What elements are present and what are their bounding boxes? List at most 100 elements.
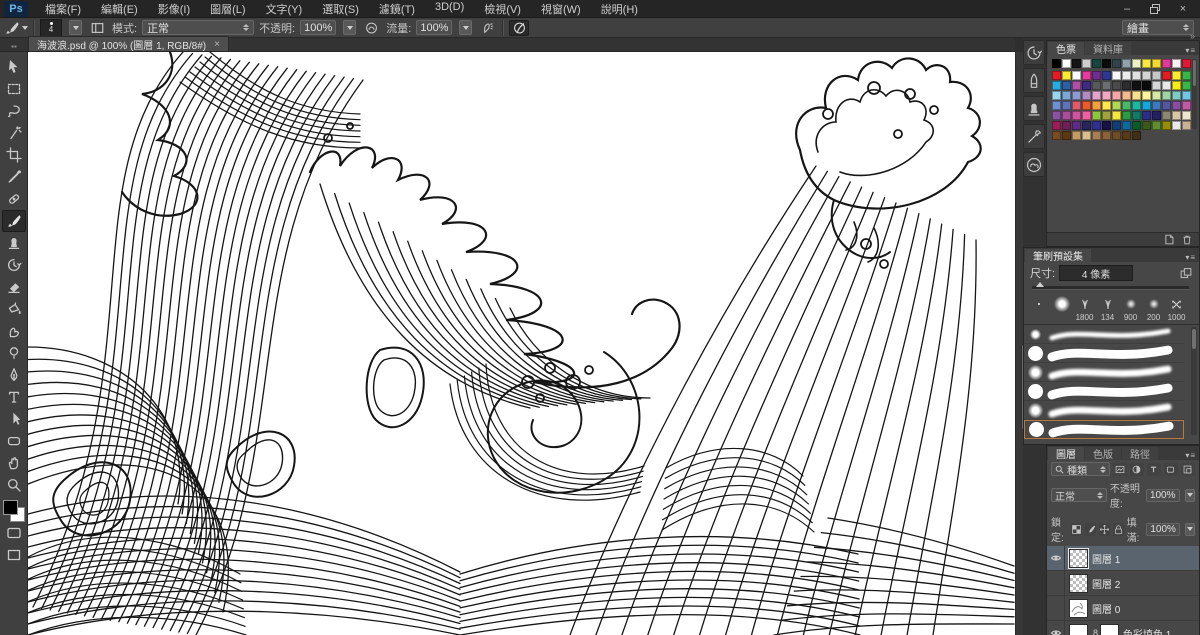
color-swatch[interactable]	[1062, 131, 1071, 140]
menu-item-1[interactable]: 編輯(E)	[92, 0, 147, 18]
color-swatch[interactable]	[1142, 59, 1151, 68]
restore-button[interactable]	[1142, 2, 1168, 16]
menu-item-5[interactable]: 選取(S)	[313, 0, 368, 18]
color-swatch[interactable]	[1152, 101, 1161, 110]
layer-name[interactable]: 圖層 2	[1092, 576, 1120, 591]
color-swatch[interactable]	[1132, 121, 1141, 130]
color-swatch[interactable]	[1072, 59, 1081, 68]
color-swatch[interactable]	[1082, 71, 1091, 80]
color-swatch[interactable]	[1102, 71, 1111, 80]
color-swatch[interactable]	[1062, 101, 1071, 110]
minimize-button[interactable]: –	[1114, 2, 1140, 16]
brush-size-value[interactable]: 4 像素	[1059, 265, 1133, 281]
color-swatch[interactable]	[1122, 111, 1131, 120]
opacity-value[interactable]: 100%	[300, 20, 336, 35]
menu-item-2[interactable]: 影像(I)	[149, 0, 199, 18]
clone-stamp-tool[interactable]	[2, 232, 26, 254]
menu-item-0[interactable]: 檔案(F)	[36, 0, 90, 18]
paint-bucket-tool[interactable]	[2, 298, 26, 320]
airbrush-button[interactable]	[477, 20, 497, 36]
visibility-eye-icon[interactable]	[1047, 546, 1065, 570]
color-swatch[interactable]	[1082, 121, 1091, 130]
color-swatch[interactable]	[1112, 131, 1121, 140]
color-swatch[interactable]	[1052, 101, 1061, 110]
color-swatch[interactable]	[1082, 111, 1091, 120]
restore-sample-size-icon[interactable]	[1179, 267, 1193, 280]
canvas-area[interactable]	[28, 52, 1015, 635]
color-swatch[interactable]	[1162, 71, 1171, 80]
color-swatch[interactable]	[1092, 91, 1101, 100]
color-swatch[interactable]	[1072, 91, 1081, 100]
pen-tool[interactable]	[2, 364, 26, 386]
color-swatch[interactable]	[1062, 59, 1071, 68]
tab-layers[interactable]: 圖層	[1048, 447, 1084, 460]
quick-mask-button[interactable]	[2, 544, 26, 566]
lock-all-icon[interactable]	[1113, 523, 1124, 536]
color-swatch[interactable]	[1172, 121, 1181, 130]
color-swatch[interactable]	[1162, 121, 1171, 130]
color-swatch[interactable]	[1182, 91, 1191, 100]
tablet-size-button[interactable]	[509, 20, 529, 36]
screen-mode-button[interactable]	[2, 522, 26, 544]
lasso-tool[interactable]	[2, 100, 26, 122]
collapse-dock-icon[interactable]: »	[1190, 31, 1195, 41]
color-swatch[interactable]	[1142, 121, 1151, 130]
color-swatch[interactable]	[1112, 111, 1121, 120]
brush-stroke-preset[interactable]	[1024, 401, 1184, 420]
color-swatch[interactable]	[1152, 121, 1161, 130]
color-swatch[interactable]	[1052, 81, 1061, 90]
color-swatch[interactable]	[1052, 91, 1061, 100]
color-swatch[interactable]	[1122, 59, 1131, 68]
brush-stroke-preset[interactable]	[1024, 325, 1184, 344]
blend-mode-select[interactable]: 正常	[142, 20, 254, 35]
foreground-background-swatches[interactable]	[3, 500, 25, 522]
fill-layer-thumbnail[interactable]	[1069, 624, 1088, 635]
color-swatch[interactable]	[1112, 101, 1121, 110]
color-swatch[interactable]	[1132, 91, 1141, 100]
tab-paths[interactable]: 路徑	[1122, 447, 1158, 460]
layer-mask-link-icon[interactable]: 8	[1093, 628, 1098, 635]
color-swatch[interactable]	[1132, 131, 1141, 140]
move-tool[interactable]	[2, 56, 26, 78]
magic-wand-tool[interactable]	[2, 122, 26, 144]
delete-swatch-icon[interactable]	[1181, 234, 1193, 245]
brush-preset-item[interactable]: 1800	[1074, 295, 1095, 322]
color-swatch[interactable]	[1182, 59, 1191, 68]
workspace-switcher[interactable]: 繪畫	[1122, 20, 1194, 35]
color-swatch[interactable]	[1122, 121, 1131, 130]
dodge-tool[interactable]	[2, 342, 26, 364]
color-swatch[interactable]	[1102, 121, 1111, 130]
toggle-brush-panel-button[interactable]	[87, 20, 107, 36]
color-swatch[interactable]	[1052, 131, 1061, 140]
color-swatch[interactable]	[1102, 111, 1111, 120]
panel-menu-icon[interactable]: ▾≡	[1185, 46, 1196, 55]
history-brush-tool[interactable]	[2, 254, 26, 276]
visibility-toggle-empty[interactable]	[1047, 596, 1065, 620]
color-swatch[interactable]	[1152, 81, 1161, 90]
brush-preset-item[interactable]	[1051, 295, 1072, 322]
color-swatch[interactable]	[1072, 81, 1081, 90]
layer-row[interactable]: 圖層 2	[1047, 571, 1199, 596]
brush-stroke-preset[interactable]	[1024, 382, 1184, 401]
color-swatch[interactable]	[1182, 101, 1191, 110]
layer-thumbnail[interactable]	[1069, 549, 1088, 568]
color-swatch[interactable]	[1112, 121, 1121, 130]
color-swatch[interactable]	[1072, 111, 1081, 120]
color-swatch[interactable]	[1122, 71, 1131, 80]
layer-row[interactable]: 8色彩填色 1	[1047, 621, 1199, 635]
lock-position-icon[interactable]	[1099, 523, 1110, 536]
brush-stroke-preset[interactable]	[1024, 420, 1184, 439]
color-swatch[interactable]	[1162, 59, 1171, 68]
filter-type-layers-icon[interactable]	[1147, 463, 1161, 476]
menu-item-10[interactable]: 說明(H)	[592, 0, 647, 18]
color-swatch[interactable]	[1122, 81, 1131, 90]
layer-name[interactable]: 圖層 1	[1092, 551, 1120, 566]
panel-menu-icon[interactable]: ▾≡	[1185, 253, 1196, 262]
color-swatch[interactable]	[1092, 59, 1101, 68]
slider-handle[interactable]	[1036, 282, 1044, 287]
menu-item-3[interactable]: 圖層(L)	[201, 0, 254, 18]
swatches-scrollbar[interactable]	[1192, 59, 1197, 129]
brush-preset-item[interactable]: 134	[1097, 295, 1118, 322]
document-tab[interactable]: 海波浪.psd @ 100% (圖層 1, RGB/8#) ×	[28, 36, 229, 51]
filter-pixel-layers-icon[interactable]	[1113, 463, 1127, 476]
